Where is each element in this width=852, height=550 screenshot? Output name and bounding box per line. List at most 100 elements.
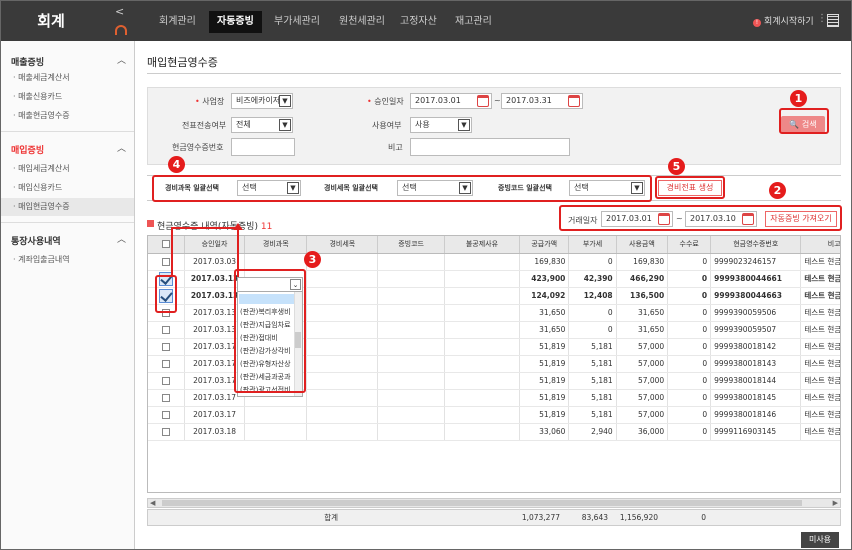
sidebar-item-purchase-cash-receipt[interactable]: · 매입현금영수증 xyxy=(1,198,134,216)
receipt-no-input[interactable] xyxy=(231,138,295,156)
cell-empty xyxy=(377,423,445,441)
col-header[interactable]: 수수료 xyxy=(667,236,712,254)
voucher-sent-select[interactable]: 전체 ▼ xyxy=(231,117,293,133)
date-from-input[interactable]: 2017.03.01 xyxy=(410,93,492,109)
cell-empty xyxy=(306,355,379,373)
row-select-cell[interactable] xyxy=(148,423,185,441)
col-header[interactable]: 경비과목 xyxy=(244,236,308,254)
table-row[interactable]: 2017.03.03 169,830 0 169,830 0 9999023246157 테… xyxy=(148,253,840,271)
col-header[interactable]: 부가세 xyxy=(568,236,617,254)
annotation-box xyxy=(152,175,652,202)
cell-amount: 31,650 xyxy=(616,321,669,339)
col-header[interactable]: 증빙코드 xyxy=(377,236,445,254)
row-checkbox[interactable] xyxy=(162,394,170,402)
topnav-auto-evidence[interactable]: 자동증빙 xyxy=(209,11,262,33)
cell-vat: 2,940 xyxy=(568,423,617,441)
cell-note: 테스트 현금영수 xyxy=(800,338,840,356)
row-select-cell[interactable] xyxy=(148,372,185,390)
row-checkbox[interactable] xyxy=(162,411,170,419)
col-header[interactable]: 승인일자 xyxy=(184,236,246,254)
topnav-fixed-assets[interactable]: 고정자산 xyxy=(392,11,445,33)
sidebar-item-sales-tax-invoice[interactable]: · 매출세금계산서 xyxy=(1,69,134,87)
business-select[interactable]: 비즈에카이저 ▼ xyxy=(231,93,293,109)
row-checkbox[interactable] xyxy=(162,360,170,368)
topnav-vat[interactable]: 부가세관리 xyxy=(266,11,328,33)
col-header[interactable]: 현금영수증번호 xyxy=(710,236,802,254)
business-label: 사업장 xyxy=(195,96,224,107)
step-badge-1: 1 xyxy=(790,90,807,107)
row-select-cell[interactable] xyxy=(148,253,185,271)
sidebar-item-sales-cash-receipt[interactable]: · 매출현금영수증 xyxy=(1,107,134,125)
chevron-up-icon[interactable]: ︿ xyxy=(117,53,126,66)
sidebar-group-purchase[interactable]: 매입증빙 xyxy=(11,143,44,156)
usage-select[interactable]: 사용 ▼ xyxy=(410,117,472,133)
cell-empty xyxy=(444,355,521,373)
row-select-cell[interactable] xyxy=(148,389,185,407)
col-header[interactable]: 비고 xyxy=(800,236,840,254)
cell-note: 테스트 현금영수 xyxy=(800,253,840,271)
cell-supply: 169,830 xyxy=(519,253,570,271)
horizontal-scrollbar[interactable]: ◀ ▶ xyxy=(147,498,841,508)
cell-receipt: 9999380018142 xyxy=(710,338,802,356)
cell-empty xyxy=(444,423,521,441)
step-badge-2: 2 xyxy=(769,182,786,199)
page-title: 매입현금영수증 xyxy=(147,56,218,69)
cell-empty xyxy=(377,372,445,390)
headset-icon[interactable] xyxy=(115,25,127,35)
app-brand: 회계 xyxy=(37,12,65,30)
row-checkbox[interactable] xyxy=(162,377,170,385)
receipt-no-label: 현금영수증번호 xyxy=(172,143,224,152)
cell-empty xyxy=(444,304,521,322)
table-row[interactable]: 2017.03.17 51,819 5,181 57,000 0 999938001814… xyxy=(148,406,840,424)
cell-receipt: 9999390059507 xyxy=(710,321,802,339)
col-header[interactable]: 경비세목 xyxy=(306,236,379,254)
unused-button[interactable]: 미사용 xyxy=(801,532,839,548)
row-select-cell[interactable] xyxy=(148,355,185,373)
sidebar-divider xyxy=(1,131,134,132)
row-select-cell[interactable] xyxy=(148,321,185,339)
more-icon[interactable]: ⋮ xyxy=(817,13,827,24)
topnav-withholding[interactable]: 원천세관리 xyxy=(331,11,393,33)
row-checkbox[interactable] xyxy=(162,428,170,436)
cell-receipt: 9999116903145 xyxy=(710,423,802,441)
col-header[interactable]: 공급가액 xyxy=(519,236,570,254)
note-input[interactable] xyxy=(410,138,570,156)
cell-empty xyxy=(244,253,308,271)
col-header[interactable]: 사용금액 xyxy=(616,236,669,254)
cell-fee: 0 xyxy=(667,355,712,373)
collapse-sidebar-icon[interactable]: < xyxy=(115,5,124,18)
topnav-accounting[interactable]: 회계관리 xyxy=(151,11,204,33)
note-label: 비고 xyxy=(388,143,403,152)
row-checkbox[interactable] xyxy=(162,326,170,334)
sidebar-item-sales-credit-card[interactable]: · 매출신용카드 xyxy=(1,88,134,106)
sidebar-group-bank[interactable]: 통장사용내역 xyxy=(11,234,61,247)
row-select-cell[interactable] xyxy=(148,406,185,424)
table-row[interactable]: 2017.03.18 33,060 2,940 36,000 0 999911690314… xyxy=(148,423,840,441)
step-badge-5: 5 xyxy=(668,158,685,175)
start-accounting-link[interactable]: ! 회계시작하기 xyxy=(753,14,814,27)
cell-amount: 57,000 xyxy=(616,372,669,390)
cell-fee: 0 xyxy=(667,304,712,322)
cell-empty xyxy=(244,406,308,424)
select-all-header[interactable] xyxy=(148,236,185,254)
sidebar-item-purchase-tax-invoice[interactable]: · 매입세금계산서 xyxy=(1,160,134,178)
cell-receipt: 9999380018145 xyxy=(710,389,802,407)
row-checkbox[interactable] xyxy=(162,258,170,266)
cell-empty xyxy=(444,321,521,339)
row-select-cell[interactable] xyxy=(148,338,185,356)
col-header[interactable]: 불공제사유 xyxy=(444,236,521,254)
chevron-up-icon[interactable]: ︿ xyxy=(117,141,126,154)
list-count: 11 xyxy=(260,222,273,232)
cell-amount: 36,000 xyxy=(616,423,669,441)
cell-empty xyxy=(444,338,521,356)
top-bar: 회계 < 회계관리 자동증빙 부가세관리 원천세관리 고정자산 재고관리 ! 회계… xyxy=(1,1,851,41)
topnav-inventory[interactable]: 재고관리 xyxy=(447,11,500,33)
chevron-up-icon[interactable]: ︿ xyxy=(117,232,126,245)
sidebar-group-sales[interactable]: 매출증빙 xyxy=(11,55,44,68)
calculator-icon[interactable] xyxy=(827,14,839,27)
sidebar-item-bank-transactions[interactable]: · 계좌입출금내역 xyxy=(1,251,134,269)
date-to-input[interactable]: 2017.03.31 xyxy=(501,93,583,109)
sidebar-item-purchase-credit-card[interactable]: · 매입신용카드 xyxy=(1,179,134,197)
row-checkbox[interactable] xyxy=(162,343,170,351)
cell-empty xyxy=(377,304,445,322)
